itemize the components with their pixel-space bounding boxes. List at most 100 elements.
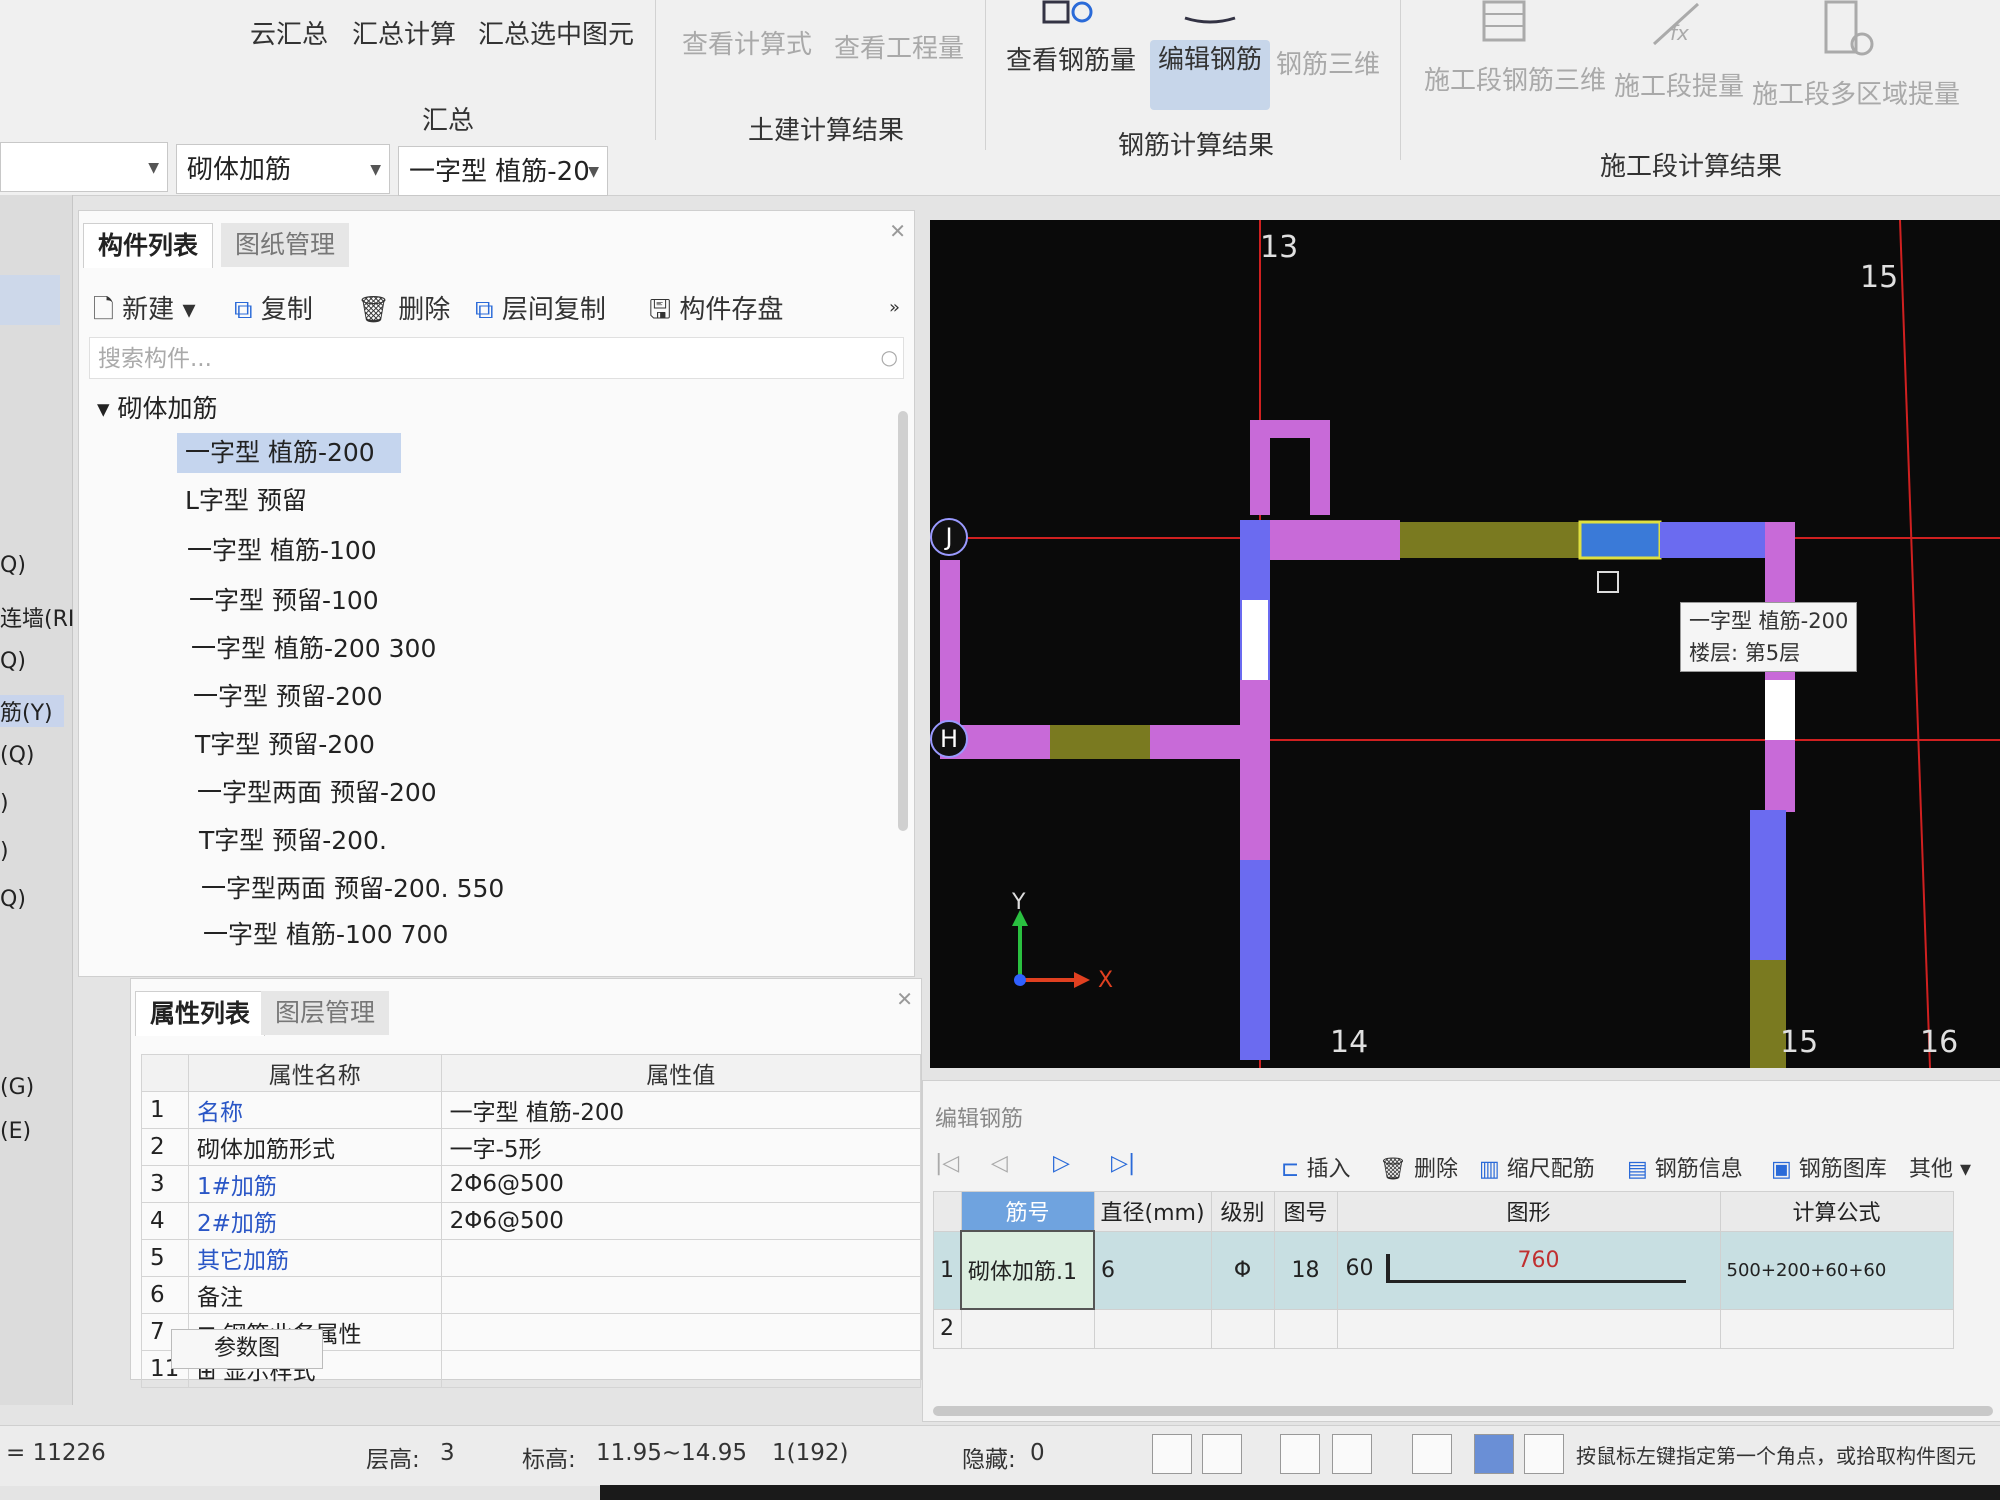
rebar-hook-length[interactable]: 60 [1346, 1256, 1374, 1281]
rebar-name[interactable]: 砌体加筋.1 [960, 1230, 1095, 1310]
tree-item-selected[interactable]: 一字型 植筋-200 [177, 433, 401, 473]
rebar-info-button[interactable]: ▤ 钢筋信息 [1627, 1151, 1743, 1183]
tree-root[interactable]: ▾ 砌体加筋 [97, 389, 218, 429]
selection-grip-icon[interactable] [1597, 571, 1619, 593]
rebar-row[interactable]: 1 砌体加筋.1 6 Φ 18 60 760 500+200+60+60 [933, 1230, 1954, 1310]
floor-copy-button[interactable]: ⧉ 层间复制 [475, 289, 606, 326]
property-value[interactable]: 2Φ6@500 [440, 1202, 922, 1240]
summary-calc-button[interactable]: 汇总计算 [352, 14, 456, 51]
tree-item[interactable]: 一字型 预留-200 [193, 677, 383, 717]
horizontal-scrollbar[interactable] [933, 1406, 1993, 1416]
rect-select-icon[interactable] [1202, 1434, 1242, 1474]
view-rebar-qty-button[interactable]: 查看钢筋量 [1006, 40, 1136, 77]
tree-item[interactable]: L字型 预留 [185, 481, 307, 521]
more-tools-icon[interactable]: » [889, 297, 900, 318]
rebar-grade[interactable]: Φ [1210, 1230, 1275, 1310]
delete-button[interactable]: 🗑 删除 [357, 289, 450, 326]
tree-item[interactable]: 一字型两面 预留-200 [197, 773, 437, 813]
tree-item[interactable]: 一字型两面 预留-200. 550 [201, 869, 504, 909]
prev-record-icon[interactable]: ◁ [991, 1151, 1008, 1176]
next-record-icon[interactable]: ▷ [1053, 1151, 1070, 1176]
drawing-viewport[interactable]: 13 15 14 15 16 J H Y X 一字型 植筋-200 楼层: 第5… [930, 220, 2000, 1068]
property-value[interactable] [440, 1276, 922, 1314]
rebar-grade[interactable] [1210, 1308, 1275, 1349]
property-row[interactable]: 5 其它加筋 [141, 1239, 922, 1277]
property-row[interactable]: 3 1#加筋 2Φ6@500 [141, 1165, 922, 1203]
tab-component-list[interactable]: 构件列表 [83, 223, 214, 268]
nav-item[interactable]: (E) [0, 1119, 31, 1144]
nav-item[interactable]: Q) [0, 553, 26, 578]
tree-item[interactable]: 一字型 植筋-100 700 [203, 915, 448, 955]
close-icon[interactable]: ✕ [896, 987, 913, 1011]
rebar-shape[interactable] [1336, 1308, 1721, 1349]
stage-takeoff-button[interactable]: 施工段提量 [1614, 66, 1744, 103]
edit-rebar-button[interactable]: 编辑钢筋 [1150, 40, 1271, 110]
rebar-library-button[interactable]: ▣ 钢筋图库 [1771, 1151, 1887, 1183]
rebar-diameter[interactable]: 6 [1093, 1230, 1212, 1310]
insert-button[interactable]: ⊏ 插入 [1281, 1151, 1350, 1183]
rebar-name[interactable] [960, 1308, 1095, 1349]
wall-segment[interactable] [1270, 520, 1400, 560]
nav-item-active[interactable]: 筋(Y) [0, 695, 64, 727]
wall-segment[interactable] [1400, 522, 1580, 558]
wall-segment[interactable] [1050, 725, 1150, 759]
property-row[interactable]: 2 砌体加筋形式 一字-5形 [141, 1128, 922, 1166]
nav-item[interactable]: Q) [0, 887, 26, 912]
category-selector[interactable]: 砌体加筋 ▼ [176, 144, 390, 194]
rebar-formula[interactable]: 500+200+60+60 [1719, 1230, 1954, 1310]
view-quantity-button[interactable]: 查看工程量 [834, 28, 964, 65]
selected-rebar-segment[interactable] [1578, 520, 1662, 560]
wall-segment[interactable] [1250, 420, 1330, 438]
first-record-icon[interactable]: |◁ [935, 1151, 959, 1176]
summary-selected-button[interactable]: 汇总选中图元 [478, 14, 634, 51]
last-record-icon[interactable]: ▷| [1111, 1151, 1135, 1176]
new-button[interactable]: 🗋 新建 ▾ [93, 289, 196, 335]
rebar-diameter[interactable] [1093, 1308, 1212, 1349]
arc-draw-icon[interactable] [1524, 1434, 1564, 1474]
property-row[interactable]: 1 名称 一字型 植筋-200 [141, 1091, 922, 1129]
nav-item[interactable]: (G) [0, 1075, 34, 1100]
rebar-3d-button[interactable]: 钢筋三维 [1276, 44, 1380, 81]
scale-rebar-button[interactable]: ▥ 缩尺配筋 [1479, 1151, 1595, 1183]
search-icon[interactable]: ○ [881, 345, 898, 369]
list-view-icon[interactable] [0, 275, 60, 325]
wall-segment[interactable] [1660, 522, 1770, 558]
tree-item[interactable]: 一字型 植筋-100 [187, 531, 377, 571]
property-value[interactable]: 2Φ6@500 [440, 1165, 922, 1203]
view-formula-button[interactable]: 查看计算式 [682, 24, 812, 61]
property-row[interactable]: 4 2#加筋 2Φ6@500 [141, 1202, 922, 1240]
tree-scrollbar[interactable] [898, 411, 908, 831]
stage-rebar-3d-button[interactable]: 施工段钢筋三维 [1424, 60, 1606, 97]
property-value[interactable]: 一字型 植筋-200 [440, 1091, 922, 1129]
close-icon[interactable]: ✕ [889, 219, 906, 243]
tree-item[interactable]: 一字型 预留-100 [189, 581, 379, 621]
cloud-summary-button[interactable]: 云汇总 [250, 14, 328, 51]
property-row[interactable]: 6 备注 [141, 1276, 922, 1314]
delete-rebar-button[interactable]: 🗑 删除 [1379, 1151, 1458, 1183]
property-value[interactable]: 一字-5形 [440, 1128, 922, 1166]
offset-snap-icon[interactable] [1412, 1434, 1452, 1474]
rebar-shape[interactable]: 60 760 [1336, 1230, 1721, 1310]
component-search-input[interactable]: 搜索构件... [89, 337, 904, 379]
save-component-button[interactable]: 🖫 构件存盘 [649, 289, 783, 335]
other-button[interactable]: 其他 ▾ [1909, 1151, 1971, 1183]
component-selector[interactable]: 一字型 植筋-20 ▼ [398, 146, 608, 196]
stage-multi-area-button[interactable]: 施工段多区域提量 [1752, 74, 1960, 111]
floor-selector[interactable]: ▼ [0, 142, 168, 192]
rebar-row[interactable]: 2 [933, 1308, 1954, 1349]
copy-button[interactable]: ⧉ 复制 [234, 289, 313, 326]
wall-segment[interactable] [1240, 680, 1270, 860]
tab-drawing-management[interactable]: 图纸管理 [221, 223, 350, 267]
tab-property-list[interactable]: 属性列表 [135, 991, 266, 1036]
cross-select-icon[interactable] [1280, 1434, 1320, 1474]
tab-layer-management[interactable]: 图层管理 [261, 991, 390, 1035]
param-diagram-button[interactable]: 参数图 [171, 1329, 323, 1369]
tree-item[interactable]: T字型 预留-200 [195, 725, 375, 765]
rebar-formula[interactable] [1719, 1308, 1954, 1349]
tree-item[interactable]: 一字型 植筋-200 300 [191, 629, 436, 669]
rebar-figure-no[interactable] [1273, 1308, 1338, 1349]
tree-item[interactable]: T字型 预留-200. [199, 821, 387, 861]
angle-snap-icon[interactable] [1332, 1434, 1372, 1474]
dynamic-input-icon[interactable] [1474, 1434, 1514, 1474]
nav-item[interactable]: ) [0, 839, 9, 864]
